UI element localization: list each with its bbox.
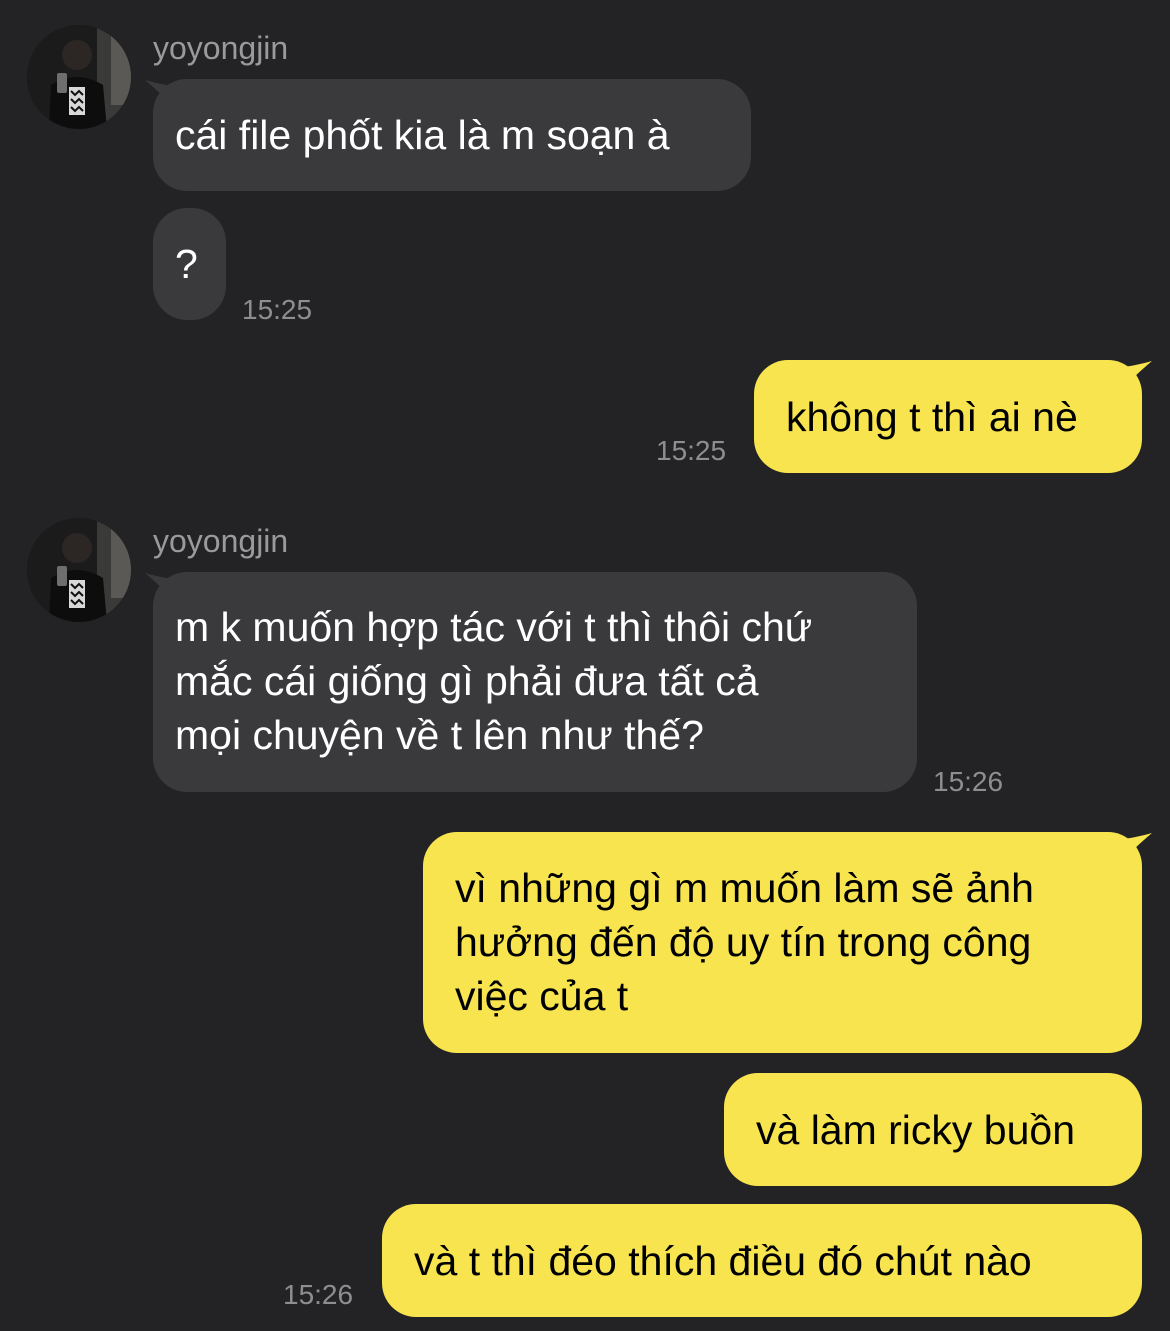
message-text: và làm ricky buồn [756, 1107, 1076, 1153]
message-timestamp: 15:26 [933, 766, 1004, 797]
message-line: vì những gì m muốn làm sẽ ảnh [455, 865, 1034, 911]
sender-name: yoyongjin [153, 30, 289, 66]
message-text: không t thì ai nè [786, 394, 1078, 440]
message-timestamp: 15:25 [656, 435, 727, 466]
profile-photo-icon [27, 518, 131, 622]
message-text: và t thì đéo thích điều đó chút nào [414, 1238, 1032, 1284]
contact-avatar[interactable] [27, 518, 131, 622]
message-bubble-outgoing[interactable]: và t thì đéo thích điều đó chút nào [382, 1204, 1142, 1317]
message-line: mắc cái giống gì phải đưa tất cả [175, 658, 759, 704]
message-bubble-incoming[interactable]: ? [153, 208, 226, 320]
message-line: m k muốn hợp tác với t thì thôi chứ [175, 604, 813, 650]
message-line: hưởng đến độ uy tín trong công [455, 919, 1032, 965]
message-timestamp: 15:25 [242, 294, 313, 325]
contact-avatar[interactable] [27, 25, 131, 129]
message-text: ? [175, 241, 198, 287]
message-bubble-outgoing[interactable]: không t thì ai nè [754, 360, 1142, 473]
sender-name: yoyongjin [153, 523, 289, 559]
message-bubble-incoming[interactable]: cái file phốt kia là m soạn à [153, 79, 751, 191]
message-timestamp: 15:26 [283, 1279, 354, 1310]
profile-photo-icon [27, 25, 131, 129]
message-bubble-incoming[interactable]: m k muốn hợp tác với t thì thôi chứ mắc … [153, 572, 917, 792]
message-text: cái file phốt kia là m soạn à [175, 112, 670, 158]
message-line: mọi chuyện về t lên như thế? [175, 712, 704, 758]
message-bubble-outgoing[interactable]: vì những gì m muốn làm sẽ ảnh hưởng đến … [423, 832, 1142, 1053]
message-line: việc của t [455, 973, 629, 1019]
bubble-tail [1124, 833, 1152, 859]
message-bubble-outgoing[interactable]: và làm ricky buồn [724, 1073, 1142, 1186]
bubble-tail [1124, 361, 1152, 387]
